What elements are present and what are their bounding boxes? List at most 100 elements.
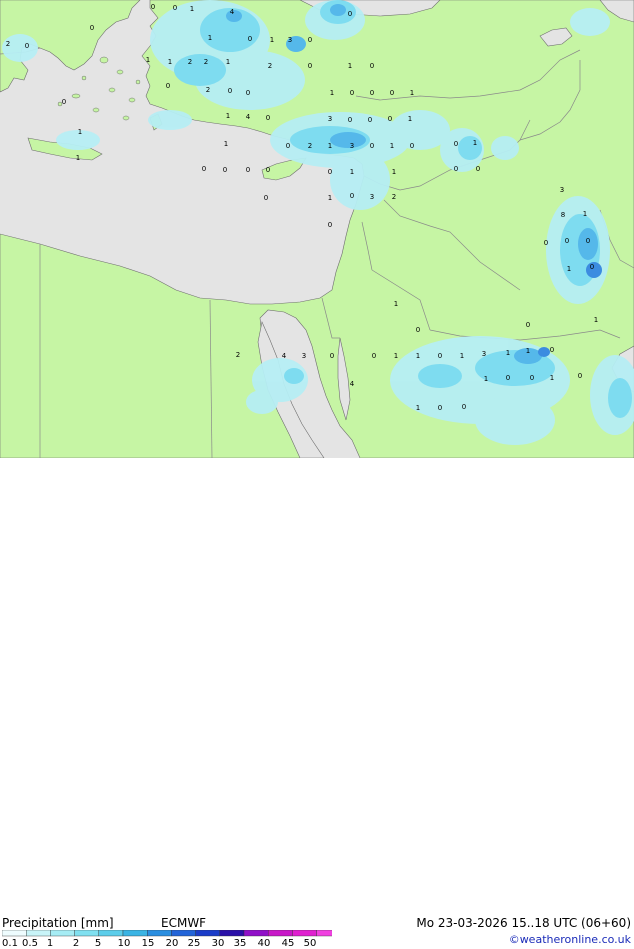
scale-tick-label: 50 xyxy=(303,938,317,949)
point-value-label: 0 xyxy=(370,89,374,97)
point-value-label: 1 xyxy=(208,34,212,42)
point-value-label: 0 xyxy=(308,36,312,44)
point-value-label: 2 xyxy=(188,58,192,66)
point-value-label: 1 xyxy=(328,142,332,150)
point-value-label: 1 xyxy=(328,194,332,202)
point-value-label: 0 xyxy=(506,374,510,382)
point-value-label: 0 xyxy=(410,142,414,150)
point-value-label: 0 xyxy=(246,89,250,97)
point-value-label: 4 xyxy=(230,8,235,16)
point-value-label: 1 xyxy=(506,349,510,357)
point-value-label: 0 xyxy=(328,168,332,176)
point-value-label: 0 xyxy=(173,4,177,12)
point-value-label: 4 xyxy=(282,352,287,360)
point-value-label: 3 xyxy=(288,36,292,44)
point-value-label: 1 xyxy=(190,5,194,13)
point-value-label: 1 xyxy=(78,128,82,136)
point-value-label: 0 xyxy=(368,116,372,124)
point-value-label: 1 xyxy=(350,168,354,176)
point-value-label: 4 xyxy=(246,113,251,121)
scale-swatch xyxy=(74,930,99,937)
point-value-label: 0 xyxy=(264,194,268,202)
point-value-label: 1 xyxy=(76,154,80,162)
valid-time: Mo 23-03-2026 15..18 UTC (06+60) xyxy=(416,916,631,930)
scale-swatch xyxy=(195,930,221,937)
point-value-label: 0 xyxy=(454,140,458,148)
scale-swatch xyxy=(98,930,124,937)
point-value-label: 2 xyxy=(206,86,210,94)
scale-tick-label: 5 xyxy=(94,938,102,949)
point-value-label: 3 xyxy=(350,142,354,150)
point-value-label: 0 xyxy=(438,404,442,412)
point-value-label: 2 xyxy=(236,351,240,359)
point-value-label: 0 xyxy=(388,115,392,123)
point-value-label: 3 xyxy=(370,193,374,201)
point-value-label: 0 xyxy=(350,192,354,200)
point-value-label: 0 xyxy=(586,237,590,245)
copyright-link[interactable]: ©weatheronline.co.uk xyxy=(509,933,631,946)
point-value-label: 0 xyxy=(248,35,252,43)
point-value-label: 0 xyxy=(578,372,582,380)
point-value-label: 2 xyxy=(392,193,396,201)
point-value-label: 1 xyxy=(392,168,396,176)
point-value-label: 0 xyxy=(348,116,352,124)
scale-tick-label: 2 xyxy=(72,938,80,949)
point-value-label: 0 xyxy=(370,62,374,70)
point-value-label: 0 xyxy=(62,98,66,106)
point-value-label: 2 xyxy=(268,62,272,70)
point-value-label: 4 xyxy=(350,380,355,388)
map-canvas: 0 0 1 4 0 0 2 0 1 0 1 3 0 1 1 2 2 1 2 0 1 0 0 2 0 0 1 0 0 0 1 0 3 0 0 0 1 1 4 0… xyxy=(0,0,634,458)
scale-swatch xyxy=(243,930,269,937)
point-value-label: 8 xyxy=(561,211,565,219)
color-scale-bar xyxy=(2,930,332,937)
point-value-label: 3 xyxy=(302,352,306,360)
point-value-label: 1 xyxy=(473,139,477,147)
point-value-label: 0 xyxy=(286,142,290,150)
point-value-label: 0 xyxy=(90,24,94,32)
point-value-label: 0 xyxy=(565,237,569,245)
point-value-label: 0 xyxy=(223,166,227,174)
map-footer: Precipitation [mm] ECMWF Mo 23-03-2026 1… xyxy=(0,458,634,949)
scale-tick-label: 30 xyxy=(211,938,225,949)
point-value-label: 0 xyxy=(544,239,548,247)
point-value-label: 1 xyxy=(168,58,172,66)
scale-swatch xyxy=(268,930,293,937)
point-value-label: 0 xyxy=(348,10,352,18)
point-value-label: 1 xyxy=(460,352,464,360)
scale-tick-label: 35 xyxy=(233,938,247,949)
point-value-label: 0 xyxy=(246,166,250,174)
point-value-label: 1 xyxy=(550,374,554,382)
scale-swatch xyxy=(292,930,317,937)
point-value-label: 1 xyxy=(410,89,414,97)
point-value-label: 1 xyxy=(394,300,398,308)
point-value-label: 0 xyxy=(228,87,232,95)
point-value-label: 0 xyxy=(166,82,170,90)
point-value-label: 0 xyxy=(25,42,29,50)
scale-tick-label: 20 xyxy=(165,938,179,949)
precipitation-map: 0 0 1 4 0 0 2 0 1 0 1 3 0 1 1 2 2 1 2 0 1 0 0 2 0 0 1 0 0 0 1 0 3 0 0 0 1 1 4 0… xyxy=(0,0,634,458)
point-value-label: 0 xyxy=(462,403,466,411)
point-value-label: 3 xyxy=(328,115,332,123)
point-value-label: 0 xyxy=(390,89,394,97)
scale-swatch xyxy=(171,930,196,937)
point-value-label: 1 xyxy=(583,210,587,218)
point-value-label: 1 xyxy=(226,112,230,120)
point-value-label: 1 xyxy=(224,140,228,148)
scale-swatch xyxy=(26,930,51,937)
scale-tick-label: 0.1 xyxy=(2,938,18,949)
point-value-label: 0 xyxy=(372,352,376,360)
legend-title: Precipitation [mm] xyxy=(2,916,114,930)
scale-tick-label: 25 xyxy=(187,938,201,949)
point-value-label: 0 xyxy=(370,142,374,150)
scale-swatch xyxy=(2,930,27,937)
scale-tick-label: 45 xyxy=(281,938,295,949)
scale-swatch xyxy=(50,930,75,937)
point-value-label: 1 xyxy=(348,62,352,70)
point-value-label: 0 xyxy=(526,321,530,329)
scale-swatch xyxy=(122,930,148,937)
scale-swatch xyxy=(316,930,332,937)
point-value-label: 0 xyxy=(308,62,312,70)
point-value-label: 1 xyxy=(416,352,420,360)
scale-tick-label: 15 xyxy=(141,938,155,949)
point-value-label: 1 xyxy=(394,352,398,360)
